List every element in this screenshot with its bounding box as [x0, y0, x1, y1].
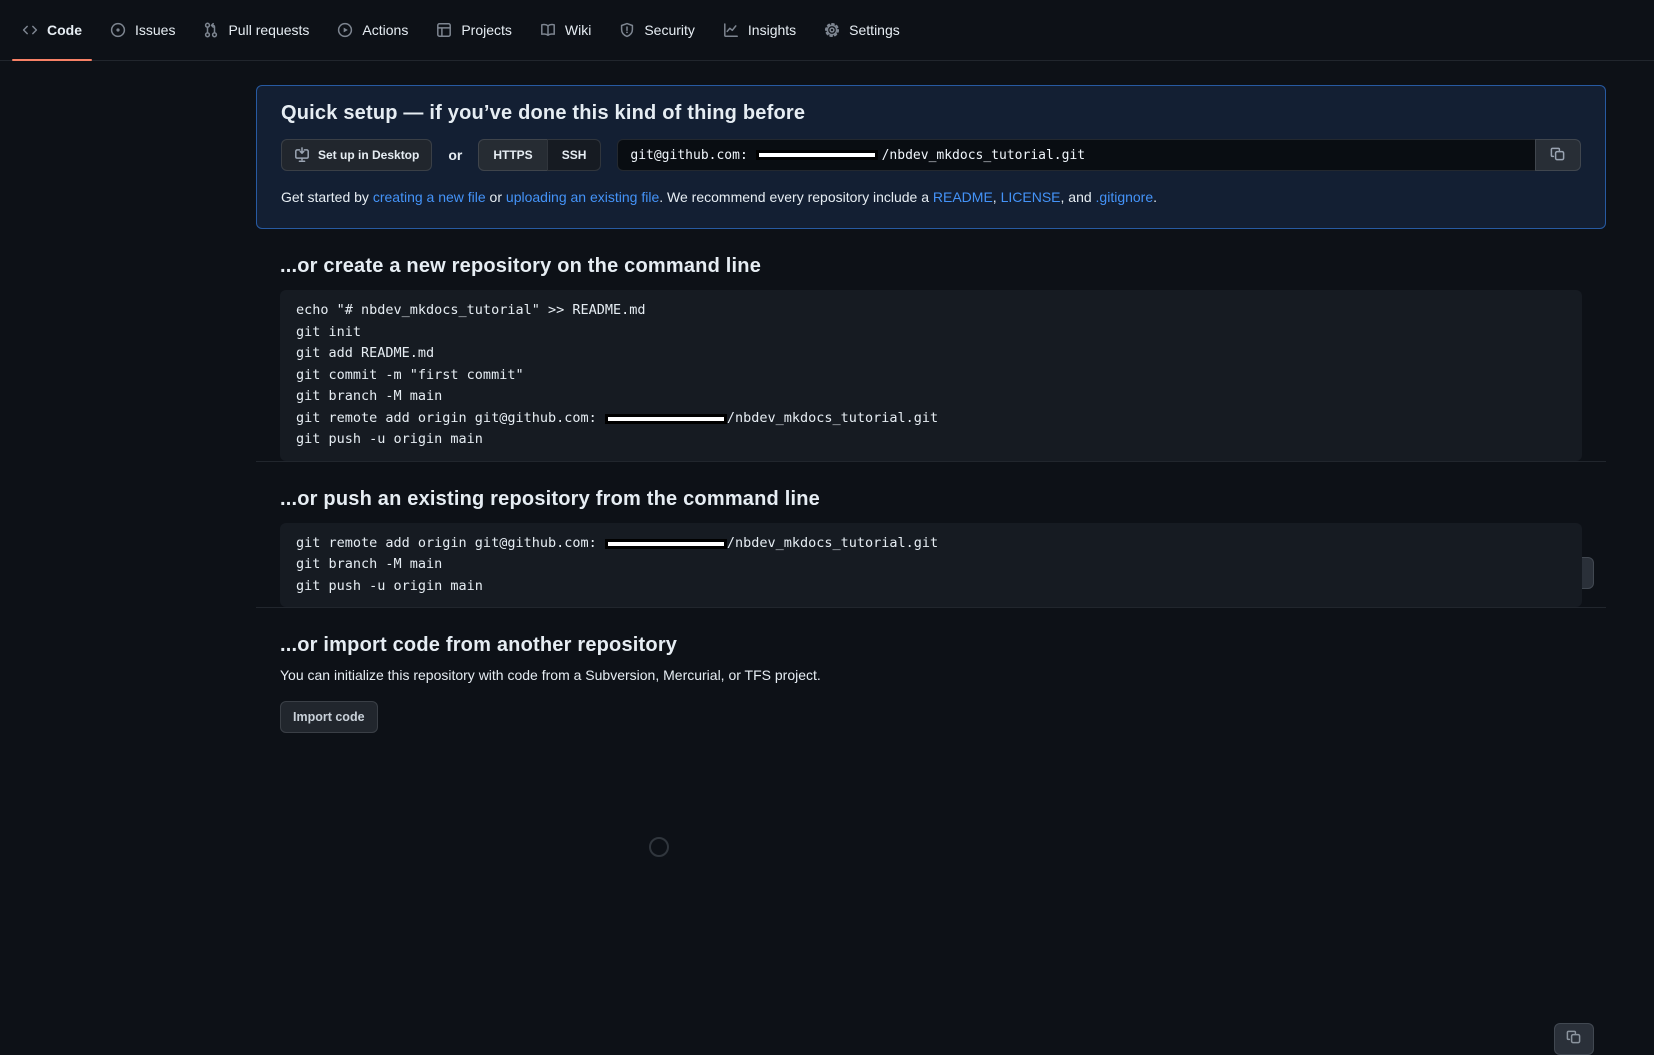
- tab-wiki[interactable]: Wiki: [526, 0, 605, 60]
- tab-label: Actions: [362, 22, 409, 38]
- quick-setup-title: Quick setup — if you’ve done this kind o…: [281, 102, 806, 124]
- tab-label: Security: [644, 22, 695, 38]
- tab-actions[interactable]: Actions: [323, 0, 422, 60]
- push-repo-code-block: git remote add origin git@github.com: /n…: [280, 522, 1582, 607]
- import-code-button[interactable]: Import code: [280, 701, 378, 733]
- import-code-description: You can initialize this repository with …: [280, 667, 821, 683]
- inline-link[interactable]: .gitignore: [1096, 189, 1154, 205]
- repo-url-prefix: git@github.com:: [630, 147, 756, 163]
- main-content: Quick setup — if you’ve done this kind o…: [0, 85, 1654, 1055]
- tab-insights[interactable]: Insights: [709, 0, 810, 60]
- repo-nav: Code Issues Pull requests Actions Projects Wi…: [0, 0, 1654, 61]
- table-icon: [436, 22, 452, 38]
- tab-security[interactable]: Security: [605, 0, 709, 60]
- code-line: git remote add origin git@github.com: /n…: [296, 409, 939, 426]
- repo-url-group: git@github.com: /nbdev_mkdocs_tutorial.g…: [617, 139, 1581, 171]
- github-footer-logo: [649, 837, 669, 857]
- section-divider: [256, 607, 1606, 608]
- copy-icon: [1550, 146, 1566, 165]
- desktop-download-icon: [294, 147, 310, 163]
- protocol-toggle: HTTPS SSH: [478, 139, 602, 171]
- set-up-in-desktop-button[interactable]: Set up in Desktop: [281, 139, 433, 171]
- push-repo-heading: ...or push an existing repository from t…: [280, 487, 820, 510]
- section-divider: [256, 460, 1606, 462]
- create-repo-section: ...or create a new repository on the com…: [256, 255, 1606, 589]
- redacted-username: [755, 150, 878, 160]
- redacted-username: [604, 413, 727, 424]
- inline-link[interactable]: creating a new file: [373, 189, 486, 205]
- gear-icon: [824, 22, 840, 38]
- tab-projects[interactable]: Projects: [422, 0, 526, 60]
- code-icon: [22, 22, 38, 38]
- pull-request-icon: [203, 22, 219, 38]
- tab-settings[interactable]: Settings: [810, 0, 914, 60]
- code-line: git add README.md: [296, 345, 435, 361]
- code-line: git remote add origin git@github.com: /n…: [296, 534, 939, 551]
- copy-url-button[interactable]: [1535, 139, 1581, 171]
- inline-link[interactable]: uploading an existing file: [506, 189, 659, 205]
- code-line: git branch -M main: [296, 556, 443, 572]
- code-line: git branch -M main: [296, 388, 443, 404]
- https-button[interactable]: HTTPS: [478, 139, 547, 171]
- import-code-heading: ...or import code from another repositor…: [280, 634, 678, 656]
- tab-label: Pull requests: [228, 22, 310, 38]
- code-line: git push -u origin main: [296, 577, 483, 594]
- graph-icon: [723, 22, 739, 38]
- inline-link[interactable]: LICENSE: [1001, 189, 1061, 205]
- copy-icon: [1566, 1029, 1582, 1048]
- create-repo-heading: ...or create a new repository on the com…: [280, 255, 762, 277]
- code-line: git init: [296, 323, 362, 340]
- set-up-in-desktop-label: Set up in Desktop: [318, 148, 420, 162]
- play-icon: [337, 22, 353, 38]
- or-label: or: [448, 147, 463, 163]
- tab-label: Issues: [135, 22, 176, 38]
- tab-issues[interactable]: Issues: [96, 0, 189, 60]
- code-line: git push -u origin main: [296, 431, 483, 447]
- create-repo-code-block: echo "# nbdev_mkdocs_tutorial" >> README…: [280, 290, 1582, 461]
- tab-label: Projects: [461, 22, 512, 38]
- ssh-button[interactable]: SSH: [546, 139, 602, 171]
- tab-label: Settings: [849, 22, 900, 38]
- repo-url-suffix: /nbdev_mkdocs_tutorial.git: [881, 147, 1086, 163]
- tab-pull-requests[interactable]: Pull requests: [189, 0, 323, 60]
- push-repo-section: ...or push an existing repository from t…: [256, 487, 1606, 1055]
- copy-push-repo-button[interactable]: [1554, 1022, 1594, 1055]
- tab-label: Code: [47, 22, 82, 38]
- code-line: echo "# nbdev_mkdocs_tutorial" >> README…: [296, 302, 646, 318]
- code-line: git commit -m "first commit": [296, 366, 524, 383]
- tab-code[interactable]: Code: [8, 0, 96, 61]
- book-icon: [540, 22, 556, 38]
- redacted-username: [604, 538, 727, 549]
- repo-url-input[interactable]: git@github.com: /nbdev_mkdocs_tutorial.g…: [617, 139, 1535, 171]
- issue-opened-icon: [110, 22, 126, 38]
- shield-icon: [619, 22, 635, 38]
- tab-label: Insights: [747, 22, 797, 38]
- tab-label: Wiki: [564, 22, 592, 38]
- import-code-section: ...or import code from another repositor…: [256, 634, 1606, 733]
- setup-controls: Set up in Desktop or HTTPS SSH git@githu…: [281, 139, 1581, 171]
- quick-setup-box: Quick setup — if you’ve done this kind o…: [256, 85, 1606, 229]
- get-started-text: Get started by creating a new file or up…: [281, 189, 1158, 205]
- inline-link[interactable]: README: [933, 189, 993, 205]
